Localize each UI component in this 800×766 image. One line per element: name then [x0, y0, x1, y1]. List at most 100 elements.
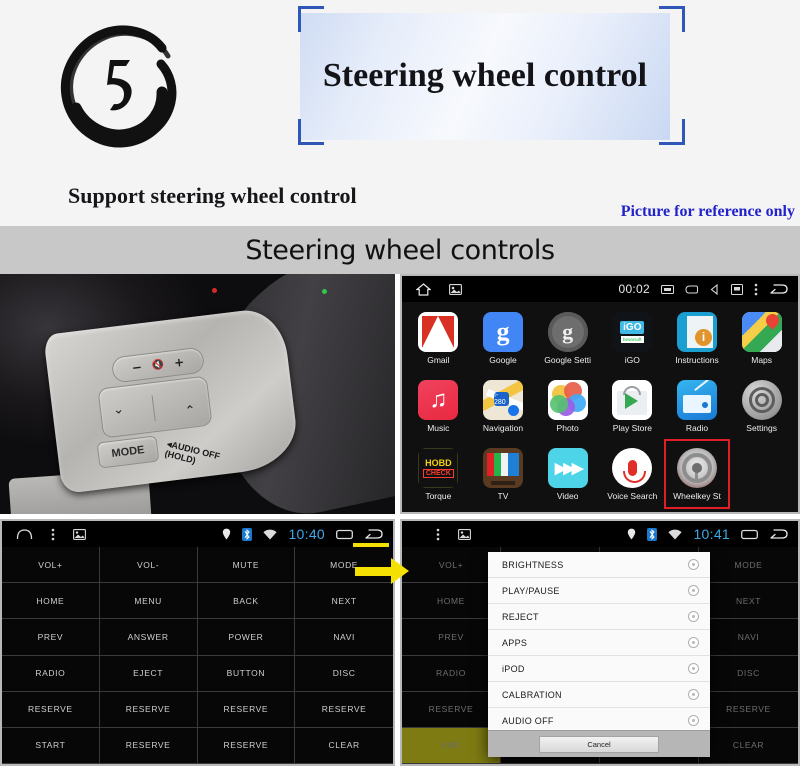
key-cell-disc[interactable]: DISC — [295, 655, 393, 692]
seek-divider — [151, 395, 156, 422]
bluetooth-icon[interactable] — [242, 527, 253, 541]
key-cell-reserve[interactable]: RESERVE — [197, 691, 296, 728]
reference-note: Picture for reference only — [620, 203, 795, 220]
key-cell-vol-[interactable]: VOL- — [99, 547, 198, 584]
app-tile-google-setti[interactable]: g Google Setti — [535, 304, 600, 372]
key-cell-reserve[interactable]: RESERVE — [402, 691, 501, 728]
key-cell-next[interactable]: NEXT — [699, 583, 798, 620]
app-tile-radio[interactable]: Radio — [665, 372, 730, 440]
page-header: Steering wheel control Support steering … — [0, 0, 800, 226]
overflow-menu-icon[interactable] — [754, 283, 758, 296]
key-cell-reserve[interactable]: RESERVE — [99, 691, 198, 728]
key-cell-start[interactable]: START — [2, 727, 100, 764]
app-tile-tv[interactable]: TV — [471, 440, 536, 508]
recents-icon[interactable] — [336, 528, 353, 540]
wifi-icon[interactable] — [668, 529, 683, 540]
key-cell-answer[interactable]: ANSWER — [99, 619, 198, 656]
location-icon[interactable] — [222, 528, 231, 540]
key-cell-reserve[interactable]: RESERVE — [197, 727, 296, 764]
home-icon[interactable] — [416, 282, 431, 296]
steering-wheel-photo-panel: − 🔇 + ⌄ ⌃ MODE ◂AUDIO OFF (HOLD) — [0, 274, 395, 514]
app-tile-gmail[interactable]: Gmail — [406, 304, 471, 372]
app-tile-instructions[interactable]: i Instructions — [665, 304, 730, 372]
key-cell-mute[interactable]: MUTE — [197, 547, 296, 584]
app-tile-wheelkey-st[interactable]: Wheelkey St — [663, 439, 731, 509]
dialog-option-reject[interactable]: REJECT — [488, 604, 710, 630]
music-icon: ♫ — [418, 379, 459, 420]
key-cell-menu[interactable]: MENU — [99, 583, 198, 620]
radio-button-icon[interactable] — [688, 715, 699, 726]
screenshot-icon[interactable] — [449, 283, 462, 295]
key-cell-end[interactable]: END — [402, 727, 501, 764]
location-icon[interactable] — [627, 528, 636, 540]
bluetooth-icon[interactable] — [647, 527, 658, 541]
key-cell-eject[interactable]: EJECT — [99, 655, 198, 692]
key-cell-reserve[interactable]: RESERVE — [295, 691, 393, 728]
app-tile-settings[interactable]: Settings — [729, 372, 794, 440]
radio-button-icon[interactable] — [688, 611, 699, 622]
app-tile-torque[interactable]: HOBD CHECK Torque — [406, 440, 471, 508]
brand-logo-icon — [50, 22, 190, 157]
key-cell-radio[interactable]: RADIO — [2, 655, 100, 692]
wifi-icon[interactable] — [263, 529, 278, 540]
function-option-list: BRIGHTNESS PLAY/PAUSE REJECT APPS iPOD CALBRA… — [488, 552, 710, 730]
key-cell-disc[interactable]: DISC — [699, 655, 798, 692]
radio-button-icon[interactable] — [688, 689, 699, 700]
app-tile-play-store[interactable]: Play Store — [600, 372, 665, 440]
app-tile-video[interactable]: ▶▶▶ Video — [535, 440, 600, 508]
radio-button-icon[interactable] — [688, 663, 699, 674]
overflow-menu-icon[interactable] — [51, 528, 55, 541]
app-tile-music[interactable]: ♫ Music — [406, 372, 471, 440]
key-cell-vol-[interactable]: VOL+ — [2, 547, 100, 584]
key-cell-prev[interactable]: PREV — [2, 619, 100, 656]
sd-card-icon[interactable] — [661, 284, 674, 294]
key-cell-clear[interactable]: CLEAR — [295, 727, 393, 764]
igo-icon: iGO besarsoft — [612, 311, 653, 352]
back-icon[interactable] — [769, 528, 788, 540]
app-tile-voice-search[interactable]: Voice Search — [600, 440, 665, 508]
key-cell-navi[interactable]: NAVI — [699, 619, 798, 656]
dialog-option-ipod[interactable]: iPOD — [488, 656, 710, 682]
mute-icon: 🔇 — [151, 358, 165, 372]
key-cell-navi[interactable]: NAVI — [295, 619, 393, 656]
cancel-button[interactable]: Cancel — [539, 735, 659, 753]
key-cell-button[interactable]: BUTTON — [197, 655, 296, 692]
app-tile-google[interactable]: g Google — [471, 304, 536, 372]
key-cell-home[interactable]: HOME — [2, 583, 100, 620]
dialog-option-apps[interactable]: APPS — [488, 630, 710, 656]
overflow-menu-icon[interactable] — [436, 528, 440, 541]
section-title: Steering wheel controls — [245, 234, 555, 266]
screen-icon[interactable] — [731, 283, 743, 295]
app-tile-maps[interactable]: Maps — [729, 304, 794, 372]
radio-button-icon[interactable] — [688, 637, 699, 648]
key-cell-clear[interactable]: CLEAR — [699, 727, 798, 764]
key-cell-next[interactable]: NEXT — [295, 583, 393, 620]
dialog-option-label: APPS — [502, 637, 528, 648]
key-cell-radio[interactable]: RADIO — [402, 655, 501, 692]
key-cell-reserve[interactable]: RESERVE — [699, 691, 798, 728]
back-icon[interactable] — [364, 528, 383, 540]
dialog-option-brightness[interactable]: BRIGHTNESS — [488, 552, 710, 578]
dialog-option-calbration[interactable]: CALBRATION — [488, 682, 710, 708]
screenshot-icon[interactable] — [73, 528, 86, 540]
app-tile-igo[interactable]: iGO besarsoft iGO — [600, 304, 665, 372]
usb-icon[interactable] — [685, 285, 698, 294]
radio-button-icon[interactable] — [688, 585, 699, 596]
app-tile-photo[interactable]: Photo — [535, 372, 600, 440]
key-cell-prev[interactable]: PREV — [402, 619, 501, 656]
key-cell-back[interactable]: BACK — [197, 583, 296, 620]
home-icon[interactable] — [16, 529, 33, 539]
dialog-option-play-pause[interactable]: PLAY/PAUSE — [488, 578, 710, 604]
app-tile-navigation[interactable]: I-280 Navigation — [471, 372, 536, 440]
radio-button-icon[interactable] — [688, 559, 699, 570]
key-cell-home[interactable]: HOME — [402, 583, 501, 620]
key-cell-reserve[interactable]: RESERVE — [99, 727, 198, 764]
screenshot-icon[interactable] — [458, 528, 471, 540]
key-cell-power[interactable]: POWER — [197, 619, 296, 656]
key-cell-mode[interactable]: MODE — [699, 547, 798, 584]
back-icon[interactable] — [769, 283, 788, 295]
recents-icon[interactable] — [741, 528, 758, 540]
key-cell-reserve[interactable]: RESERVE — [2, 691, 100, 728]
dialog-option-audio-off[interactable]: AUDIO OFF — [488, 708, 710, 730]
volume-icon[interactable] — [709, 283, 720, 295]
